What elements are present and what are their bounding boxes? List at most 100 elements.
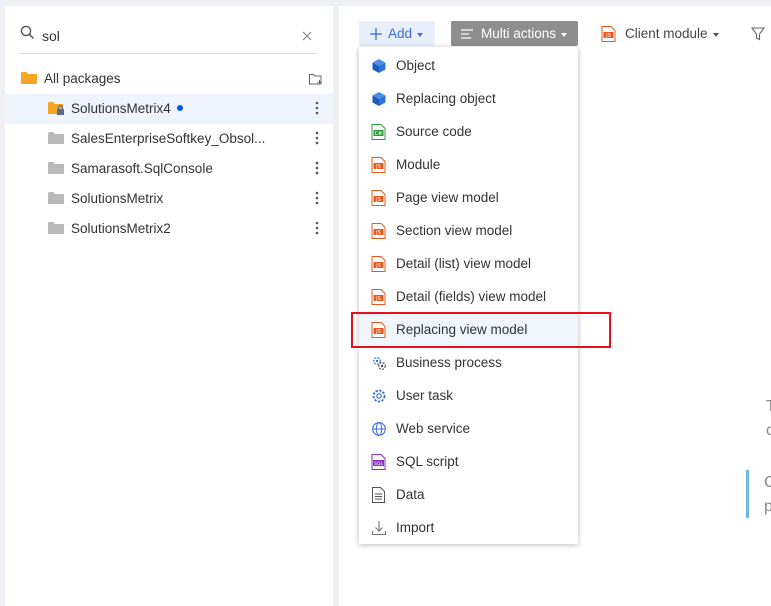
package-search (20, 21, 316, 54)
info-bar-accent (746, 470, 749, 518)
folder-icon (48, 221, 64, 238)
add-button[interactable]: Add (359, 21, 435, 46)
menu-item-business-process[interactable]: Business process (359, 346, 578, 379)
menu-item-label: Detail (list) view model (396, 256, 532, 271)
menu-item-label: Data (396, 487, 425, 502)
svg-text:SQL: SQL (374, 461, 384, 467)
svg-text:JS: JS (375, 296, 381, 302)
svg-text:JS: JS (605, 32, 611, 38)
plus-icon (370, 27, 382, 40)
background-text-fragment: p (764, 498, 771, 515)
menu-item-label: Detail (fields) view model (396, 289, 547, 304)
gears-icon (371, 355, 387, 371)
chevron-down-icon (561, 32, 568, 37)
tree-item-solutionsmetrix2[interactable]: SolutionsMetrix2 (5, 214, 333, 244)
chevron-down-icon (712, 32, 719, 37)
menu-item-detail-fields-view-model[interactable]: JS Detail (fields) view model (359, 280, 578, 313)
chevron-down-icon (417, 32, 424, 37)
js-file-icon: JS (601, 25, 616, 42)
menu-item-label: Source code (396, 124, 472, 139)
tree-item-label: SolutionsMetrix2 (71, 221, 171, 236)
filter-button[interactable] (751, 21, 765, 46)
client-module-label: Client module (625, 26, 708, 41)
more-actions-icon[interactable] (315, 221, 319, 238)
more-actions-icon[interactable] (315, 161, 319, 178)
cube-icon (371, 91, 387, 107)
svg-text:JS: JS (375, 230, 381, 236)
search-icon (20, 25, 35, 43)
js-file-icon: JS (371, 157, 387, 173)
add-folder-icon[interactable] (309, 73, 323, 88)
more-actions-icon[interactable] (315, 131, 319, 148)
gear-icon (371, 388, 387, 404)
js-file-icon: JS (371, 289, 387, 305)
locked-folder-icon (48, 101, 65, 119)
background-text-fragment: C (764, 474, 771, 491)
client-module-button[interactable]: JS Client module (601, 21, 719, 46)
folder-icon (48, 191, 64, 208)
js-file-icon: JS (371, 223, 387, 239)
filter-icon (751, 26, 765, 41)
svg-text:C#: C# (375, 131, 383, 137)
menu-item-label: Object (396, 58, 436, 73)
menu-item-label: Page view model (396, 190, 499, 205)
more-actions-icon[interactable] (315, 191, 319, 208)
package-tree-panel: All packages SolutionsMetrix4 SalesEnter… (5, 6, 333, 606)
tree-item-salesenterprisesoftkey[interactable]: SalesEnterpriseSoftkey_Obsol... (5, 124, 333, 154)
tree-item-label: Samarasoft.SqlConsole (71, 161, 213, 176)
multi-actions-button[interactable]: Multi actions (451, 21, 578, 46)
menu-item-label: Section view model (396, 223, 513, 238)
globe-icon (371, 421, 387, 437)
menu-item-sql-script[interactable]: SQL SQL script (359, 445, 578, 478)
add-dropdown-menu: Object Replacing object C# Source code J… (359, 47, 578, 544)
menu-item-module[interactable]: JS Module (359, 148, 578, 181)
multi-actions-label: Multi actions (481, 26, 557, 41)
tree-root-label: All packages (44, 71, 121, 86)
menu-item-replacing-object[interactable]: Replacing object (359, 82, 578, 115)
folder-icon (48, 161, 64, 178)
more-actions-icon[interactable] (315, 101, 319, 118)
tree-item-solutionsmetrix4[interactable]: SolutionsMetrix4 (5, 94, 333, 124)
tree-root-all-packages[interactable]: All packages (5, 64, 333, 94)
menu-item-web-service[interactable]: Web service (359, 412, 578, 445)
menu-item-source-code[interactable]: C# Source code (359, 115, 578, 148)
menu-item-section-view-model[interactable]: JS Section view model (359, 214, 578, 247)
tree-item-solutionsmetrix[interactable]: SolutionsMetrix (5, 184, 333, 214)
menu-item-object[interactable]: Object (359, 49, 578, 82)
svg-text:JS: JS (375, 197, 381, 203)
sql-file-icon: SQL (371, 454, 387, 470)
package-search-input[interactable] (42, 26, 287, 46)
tree-item-label: SolutionsMetrix (71, 191, 164, 206)
background-text-fragment: T (766, 398, 771, 415)
clear-search-icon[interactable] (302, 29, 312, 44)
cube-icon (371, 58, 387, 74)
tree-item-label: SolutionsMetrix4 (71, 101, 171, 116)
svg-text:JS: JS (375, 263, 381, 269)
menu-item-label: Web service (396, 421, 471, 436)
menu-item-user-task[interactable]: User task (359, 379, 578, 412)
folder-icon (48, 131, 64, 148)
tree-item-label: SalesEnterpriseSoftkey_Obsol... (71, 131, 266, 146)
add-button-label: Add (388, 26, 413, 41)
background-text-fragment: c (766, 422, 771, 439)
menu-item-label: Module (396, 157, 441, 172)
folder-icon (21, 71, 37, 88)
modified-indicator (176, 105, 183, 111)
tree-item-samarasoft-sqlconsole[interactable]: Samarasoft.SqlConsole (5, 154, 333, 184)
menu-item-label: Business process (396, 355, 502, 370)
import-icon (371, 520, 387, 536)
source-code-icon: C# (371, 124, 387, 140)
document-icon (371, 487, 387, 503)
menu-item-label: Import (396, 520, 435, 535)
menu-item-data[interactable]: Data (359, 478, 578, 511)
menu-item-page-view-model[interactable]: JS Page view model (359, 181, 578, 214)
menu-item-label: SQL script (396, 454, 459, 469)
list-icon (461, 28, 473, 39)
highlight-annotation (351, 312, 611, 348)
menu-item-detail-list-view-model[interactable]: JS Detail (list) view model (359, 247, 578, 280)
js-file-icon: JS (371, 190, 387, 206)
menu-item-import[interactable]: Import (359, 511, 578, 544)
svg-text:JS: JS (375, 164, 381, 170)
menu-item-label: User task (396, 388, 454, 403)
menu-item-label: Replacing object (396, 91, 496, 106)
